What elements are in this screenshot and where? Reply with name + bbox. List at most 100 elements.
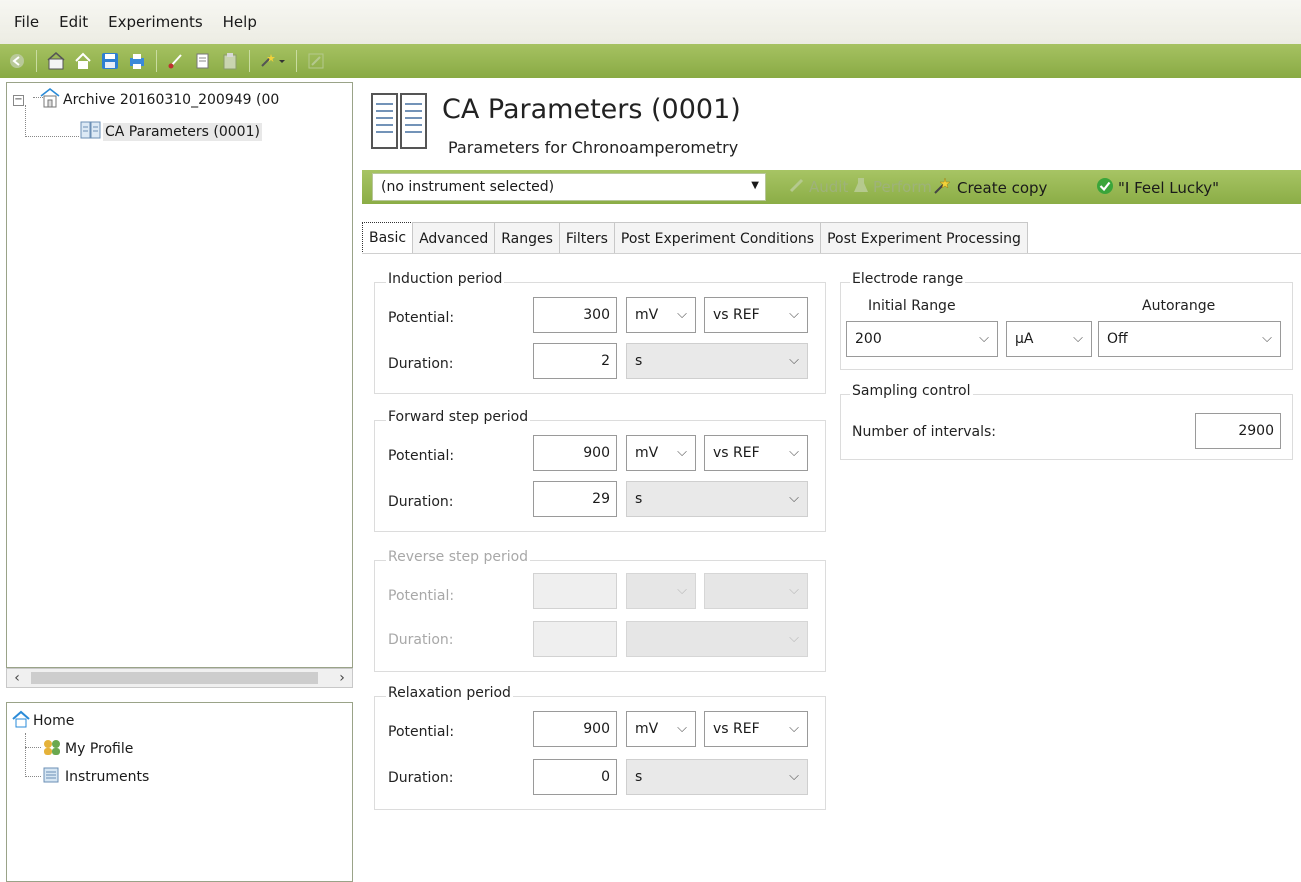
tree-horizontal-scrollbar[interactable]: ‹ › <box>6 668 353 688</box>
menu-edit[interactable]: Edit <box>59 13 88 31</box>
tree-connector <box>25 136 79 137</box>
chevron-down-icon: ⌵ <box>789 445 799 460</box>
archive-tree-panel: − Archive 20160310_200949 (00 CA Paramet… <box>6 82 353 668</box>
scroll-right-icon[interactable]: › <box>332 669 352 687</box>
range-unit-value: µA <box>1015 331 1034 347</box>
induction-reference-select[interactable]: vs REF ⌵ <box>704 297 808 333</box>
unit-value: mV <box>635 307 659 323</box>
instrument-select[interactable]: (no instrument selected) ▼ <box>372 173 766 201</box>
forward-potential-unit-select[interactable]: mV ⌵ <box>626 435 696 471</box>
unit-value: s <box>635 353 643 369</box>
relaxation-potential-input[interactable]: 900 <box>533 711 617 747</box>
ca-parameters-label: CA Parameters (0001) <box>103 123 262 141</box>
menu-experiments[interactable]: Experiments <box>108 13 202 31</box>
collapse-icon[interactable]: − <box>13 94 24 106</box>
initial-range-label: Initial Range <box>868 298 956 314</box>
unit-value: s <box>635 769 643 785</box>
home-up-icon[interactable] <box>72 50 94 72</box>
reverse-reference-select: ⌵ <box>704 573 808 609</box>
tab-filters[interactable]: Filters <box>558 222 615 254</box>
chevron-down-icon: ⌵ <box>1073 331 1083 346</box>
relaxation-reference-select[interactable]: vs REF ⌵ <box>704 711 808 747</box>
unit-value: s <box>635 491 643 507</box>
chevron-down-icon: ⌵ <box>677 307 687 322</box>
relaxation-duration-unit-select[interactable]: s ⌵ <box>626 759 808 795</box>
tab-basic[interactable]: Basic <box>362 222 414 254</box>
tree-node-instruments[interactable]: Instruments <box>41 765 151 789</box>
chevron-down-icon: ⌵ <box>789 307 799 322</box>
scroll-thumb[interactable] <box>31 672 318 684</box>
header-book-icon <box>370 90 428 156</box>
archive-home-icon[interactable] <box>45 50 67 72</box>
relaxation-duration-input[interactable]: 0 <box>533 759 617 795</box>
autorange-select[interactable]: Off ⌵ <box>1098 321 1281 357</box>
number-of-intervals-input[interactable]: 2900 <box>1195 413 1281 449</box>
tab-advanced[interactable]: Advanced <box>412 222 496 254</box>
electrode-range-title: Electrode range <box>850 271 966 287</box>
i-feel-lucky-button[interactable]: "I Feel Lucky" <box>1095 176 1219 200</box>
create-copy-label: Create copy <box>957 179 1048 197</box>
forward-potential-label: Potential: <box>388 448 455 464</box>
tree-node-archive[interactable]: − Archive 20160310_200949 (00 <box>13 87 281 113</box>
chevron-down-icon: ⌵ <box>789 353 799 368</box>
tab-ranges[interactable]: Ranges <box>494 222 560 254</box>
induction-potential-input[interactable]: 300 <box>533 297 617 333</box>
back-icon[interactable] <box>6 50 28 72</box>
relaxation-potential-unit-select[interactable]: mV ⌵ <box>626 711 696 747</box>
tree-connector <box>25 733 26 777</box>
tab-post-experiment-processing[interactable]: Post Experiment Processing <box>820 222 1028 254</box>
toolbar-separator <box>36 50 37 72</box>
parameter-tabs: Basic Advanced Ranges Filters Post Exper… <box>362 222 1028 254</box>
tree-node-home[interactable]: Home <box>11 709 76 733</box>
number-of-intervals-label: Number of intervals: <box>852 424 997 440</box>
induction-period-title: Induction period <box>386 271 505 287</box>
autorange-label: Autorange <box>1142 298 1216 314</box>
main-toolbar <box>0 44 1301 78</box>
forward-duration-input[interactable]: 29 <box>533 481 617 517</box>
forward-reference-select[interactable]: vs REF ⌵ <box>704 435 808 471</box>
forward-step-period-title: Forward step period <box>386 409 531 425</box>
autorange-value: Off <box>1107 331 1128 347</box>
cut-icon[interactable] <box>165 50 187 72</box>
reverse-potential-input <box>533 573 617 609</box>
perform-button[interactable]: Perform <box>852 176 932 198</box>
tab-post-experiment-conditions[interactable]: Post Experiment Conditions <box>613 222 822 254</box>
instruments-icon <box>41 765 63 789</box>
instrument-select-value: (no instrument selected) <box>381 179 555 195</box>
create-copy-button[interactable]: Create copy <box>932 176 1047 200</box>
tree-node-ca-parameters[interactable]: CA Parameters (0001) <box>79 119 262 145</box>
menu-file[interactable]: File <box>14 13 39 31</box>
menu-help[interactable]: Help <box>223 13 257 31</box>
forward-duration-unit-select[interactable]: s ⌵ <box>626 481 808 517</box>
chevron-down-icon: ⌵ <box>677 445 687 460</box>
page-title: CA Parameters (0001) <box>442 94 741 125</box>
induction-duration-input[interactable]: 2 <box>533 343 617 379</box>
wizard-dropdown-icon[interactable] <box>258 50 288 72</box>
tree-connector <box>25 747 41 748</box>
range-unit-select[interactable]: µA ⌵ <box>1006 321 1092 357</box>
copy-icon[interactable] <box>192 50 214 72</box>
relaxation-duration-label: Duration: <box>388 770 454 786</box>
home-label: Home <box>33 713 75 729</box>
reverse-potential-unit-select: ⌵ <box>626 573 696 609</box>
reference-value: vs REF <box>713 307 760 323</box>
initial-range-select[interactable]: 200 ⌵ <box>846 321 998 357</box>
audit-button[interactable]: Audit <box>788 176 848 198</box>
page-subtitle: Parameters for Chronoamperometry <box>448 138 739 157</box>
forward-duration-label: Duration: <box>388 494 454 510</box>
paste-icon[interactable] <box>219 50 241 72</box>
chevron-down-icon: ⌵ <box>789 583 799 598</box>
perform-icon <box>852 176 870 198</box>
tree-node-my-profile[interactable]: My Profile <box>41 737 135 761</box>
unit-value: mV <box>635 721 659 737</box>
save-icon[interactable] <box>99 50 121 72</box>
chevron-down-icon: ⌵ <box>677 721 687 736</box>
forward-potential-input[interactable]: 900 <box>533 435 617 471</box>
archive-label: Archive 20160310_200949 (00 <box>63 92 280 108</box>
induction-duration-unit-select[interactable]: s ⌵ <box>626 343 808 379</box>
chevron-down-icon: ⌵ <box>789 721 799 736</box>
chevron-down-icon: ⌵ <box>979 331 989 346</box>
print-icon[interactable] <box>126 50 148 72</box>
induction-potential-unit-select[interactable]: mV ⌵ <box>626 297 696 333</box>
scroll-left-icon[interactable]: ‹ <box>7 669 27 687</box>
